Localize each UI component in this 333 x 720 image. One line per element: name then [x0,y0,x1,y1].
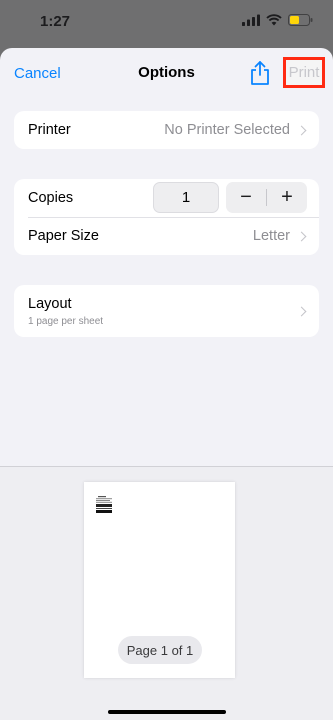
share-icon[interactable] [248,60,272,86]
document-content-icon [96,496,112,513]
layout-row[interactable]: Layout 1 page per sheet [14,285,319,337]
layout-subtitle: 1 page per sheet [28,315,104,327]
copies-paper-group: Copies 1 − + Paper Size Letter [14,179,319,255]
copies-count-field[interactable]: 1 [153,182,219,213]
cellular-signal-icon [242,14,260,26]
layout-group: Layout 1 page per sheet [14,285,319,337]
chevron-right-icon [296,306,307,316]
page-preview-thumbnail[interactable]: Page 1 of 1 [84,482,235,678]
page-count-badge: Page 1 of 1 [118,636,202,664]
layout-label: Layout [28,295,72,312]
printer-value: No Printer Selected [164,122,290,138]
paper-size-row[interactable]: Paper Size Letter [14,217,319,255]
copies-row: Copies 1 − + [14,179,319,217]
print-button[interactable]: Print [283,57,325,88]
wifi-icon [266,14,282,26]
battery-icon [288,14,313,26]
decrement-button[interactable]: − [226,182,266,213]
print-preview-area: Page 1 of 1 [0,466,333,720]
paper-size-label: Paper Size [28,228,99,244]
home-indicator[interactable] [108,710,226,714]
print-options-sheet: Cancel Options Print Printer No Printer … [0,48,333,720]
copies-stepper: − + [226,182,307,213]
printer-row[interactable]: Printer No Printer Selected [14,111,319,149]
printer-group: Printer No Printer Selected [14,111,319,149]
chevron-right-icon [296,231,307,241]
nav-bar: Cancel Options Print [0,48,333,98]
status-bar: 1:27 [0,0,333,44]
increment-button[interactable]: + [267,182,307,213]
layout-texts: Layout 1 page per sheet [28,296,103,327]
printer-label: Printer [28,122,71,138]
paper-size-value: Letter [252,228,290,244]
status-time: 1:27 [40,13,71,30]
copies-label: Copies [28,190,74,206]
chevron-right-icon [296,125,307,135]
status-icons [242,14,313,26]
